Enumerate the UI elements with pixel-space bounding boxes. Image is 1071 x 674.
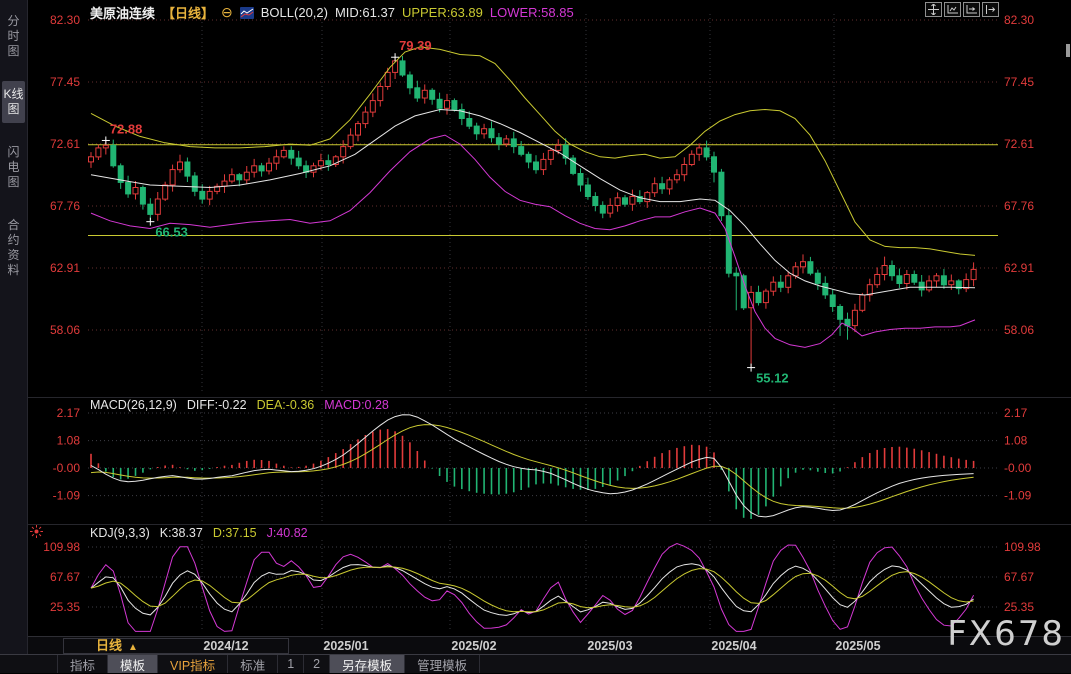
trading-terminal: 82.30 82.30 77.45 77.45 72.61 72.61 67.76 67.76…: [0, 0, 1071, 673]
x-axis-row: 日线 ▲ 2024/12 2025/01 2025/02 2025/03 2025/04 2…: [28, 636, 1071, 655]
svg-text:67.76: 67.76: [50, 199, 80, 213]
boll-params-label: BOLL(20,2): [261, 5, 328, 20]
x-axis-date: 2025/04: [711, 639, 756, 653]
tab-standard[interactable]: 标准: [228, 655, 278, 673]
svg-text:25.35: 25.35: [1004, 600, 1034, 614]
svg-text:82.30: 82.30: [1004, 13, 1034, 27]
axis-scale-icon[interactable]: [944, 2, 961, 17]
x-axis-date: 2025/05: [835, 639, 880, 653]
x-axis-date: 2025/03: [587, 639, 632, 653]
svg-text:58.06: 58.06: [50, 323, 80, 337]
kdj-params-label: KDJ(9,3,3): [90, 526, 150, 540]
tab-manage-templates[interactable]: 管理模板: [405, 655, 480, 673]
tab-templates[interactable]: 模板: [108, 655, 158, 673]
svg-text:2.17: 2.17: [57, 406, 81, 420]
svg-text:-0.00: -0.00: [1004, 461, 1032, 475]
svg-text:66.53: 66.53: [155, 225, 188, 240]
period-selector[interactable]: 日线 ▲: [63, 638, 289, 654]
chart-header: 美原油连续 【日线】 ⊖ BOLL(20,2) MID:61.37 UPPER:…: [90, 3, 574, 22]
svg-text:72.61: 72.61: [1004, 137, 1034, 151]
svg-text:77.45: 77.45: [50, 75, 80, 89]
bottom-toolbar: 指标 模板 VIP指标 标准 1 2 另存模板 管理模板: [0, 654, 1071, 673]
macd-macd-value: MACD:0.28: [324, 398, 389, 412]
x-axis-date: 2025/01: [323, 639, 368, 653]
price-annotations: [102, 53, 755, 371]
boll-mid-value: MID:61.37: [335, 5, 395, 20]
svg-text:72.88: 72.88: [110, 121, 143, 136]
tab-indicators[interactable]: 指标: [57, 655, 108, 673]
svg-text:2.17: 2.17: [1004, 406, 1028, 420]
alert-flash-icon[interactable]: [30, 525, 43, 543]
kdj-header: KDJ(9,3,3) K:38.37 D:37.15 J:40.82: [90, 526, 308, 540]
tab-vip-indicators[interactable]: VIP指标: [158, 655, 228, 673]
axis-pan-icon[interactable]: [963, 2, 980, 17]
svg-text:72.61: 72.61: [50, 137, 80, 151]
scrollbar-thumb[interactable]: [1066, 44, 1070, 57]
svg-text:58.06: 58.06: [1004, 323, 1034, 337]
candlestick-series: [89, 56, 977, 368]
symbol-name: 美原油连续: [90, 3, 155, 22]
kdj-j-value: J:40.82: [267, 526, 308, 540]
left-sidebar: 分时图 K线图 闪电图 合约资料: [0, 0, 28, 654]
sidebar-item-kline-chart[interactable]: K线图: [2, 81, 25, 123]
svg-text:109.98: 109.98: [43, 540, 80, 554]
svg-text:1.08: 1.08: [1004, 434, 1028, 448]
macd-diff-value: DIFF:-0.22: [187, 398, 247, 412]
collapse-minus-icon[interactable]: ⊖: [221, 4, 233, 21]
svg-text:79.39: 79.39: [399, 38, 432, 53]
sidebar-item-lightning-chart[interactable]: 闪电图: [2, 139, 25, 196]
crosshair-icon[interactable]: [925, 2, 942, 17]
kdj-k-value: K:38.37: [160, 526, 203, 540]
macd-dea-value: DEA:-0.36: [257, 398, 315, 412]
tab-save-template[interactable]: 另存模板: [330, 655, 405, 673]
kdj-d-value: D:37.15: [213, 526, 257, 540]
sidebar-item-time-chart[interactable]: 分时图: [2, 8, 25, 65]
svg-text:67.67: 67.67: [1004, 570, 1034, 584]
svg-text:77.45: 77.45: [1004, 75, 1034, 89]
period-arrow-icon: ▲: [128, 642, 138, 653]
svg-text:82.30: 82.30: [50, 13, 80, 27]
x-axis-date: 2025/02: [451, 639, 496, 653]
svg-text:67.67: 67.67: [50, 570, 80, 584]
svg-text:1.08: 1.08: [57, 434, 81, 448]
boll-upper-value: UPPER:63.89: [402, 5, 483, 20]
macd-panel: [91, 415, 974, 519]
macd-params-label: MACD(26,12,9): [90, 398, 177, 412]
sidebar-item-contract-info[interactable]: 合约资料: [2, 212, 25, 284]
kdj-panel: [91, 544, 974, 632]
svg-text:67.76: 67.76: [1004, 199, 1034, 213]
period-tag: 【日线】: [162, 3, 214, 22]
x-axis-date: 2024/12: [203, 639, 248, 653]
indicator-thumbnail-icon[interactable]: [240, 7, 254, 19]
svg-text:62.91: 62.91: [1004, 261, 1034, 275]
svg-text:-1.09: -1.09: [53, 489, 81, 503]
svg-text:-0.00: -0.00: [53, 461, 81, 475]
svg-text:55.12: 55.12: [756, 371, 789, 386]
macd-header: MACD(26,12,9) DIFF:-0.22 DEA:-0.36 MACD:…: [90, 398, 389, 412]
svg-text:25.35: 25.35: [50, 600, 80, 614]
svg-text:109.98: 109.98: [1004, 540, 1041, 554]
shift-right-icon[interactable]: [982, 2, 999, 17]
fx678-watermark: FX678: [947, 614, 1065, 654]
boll-lower-value: LOWER:58.85: [490, 5, 574, 20]
chart-tool-icons: [925, 2, 999, 17]
boll-bands: [91, 47, 975, 348]
period-label: 日线: [96, 638, 122, 653]
chart-canvas[interactable]: 82.30 82.30 77.45 77.45 72.61 72.61 67.76 67.76…: [0, 0, 1071, 673]
tab-template-1[interactable]: 1: [278, 655, 304, 673]
svg-text:-1.09: -1.09: [1004, 489, 1032, 503]
tab-template-2[interactable]: 2: [304, 655, 330, 673]
svg-text:62.91: 62.91: [50, 261, 80, 275]
